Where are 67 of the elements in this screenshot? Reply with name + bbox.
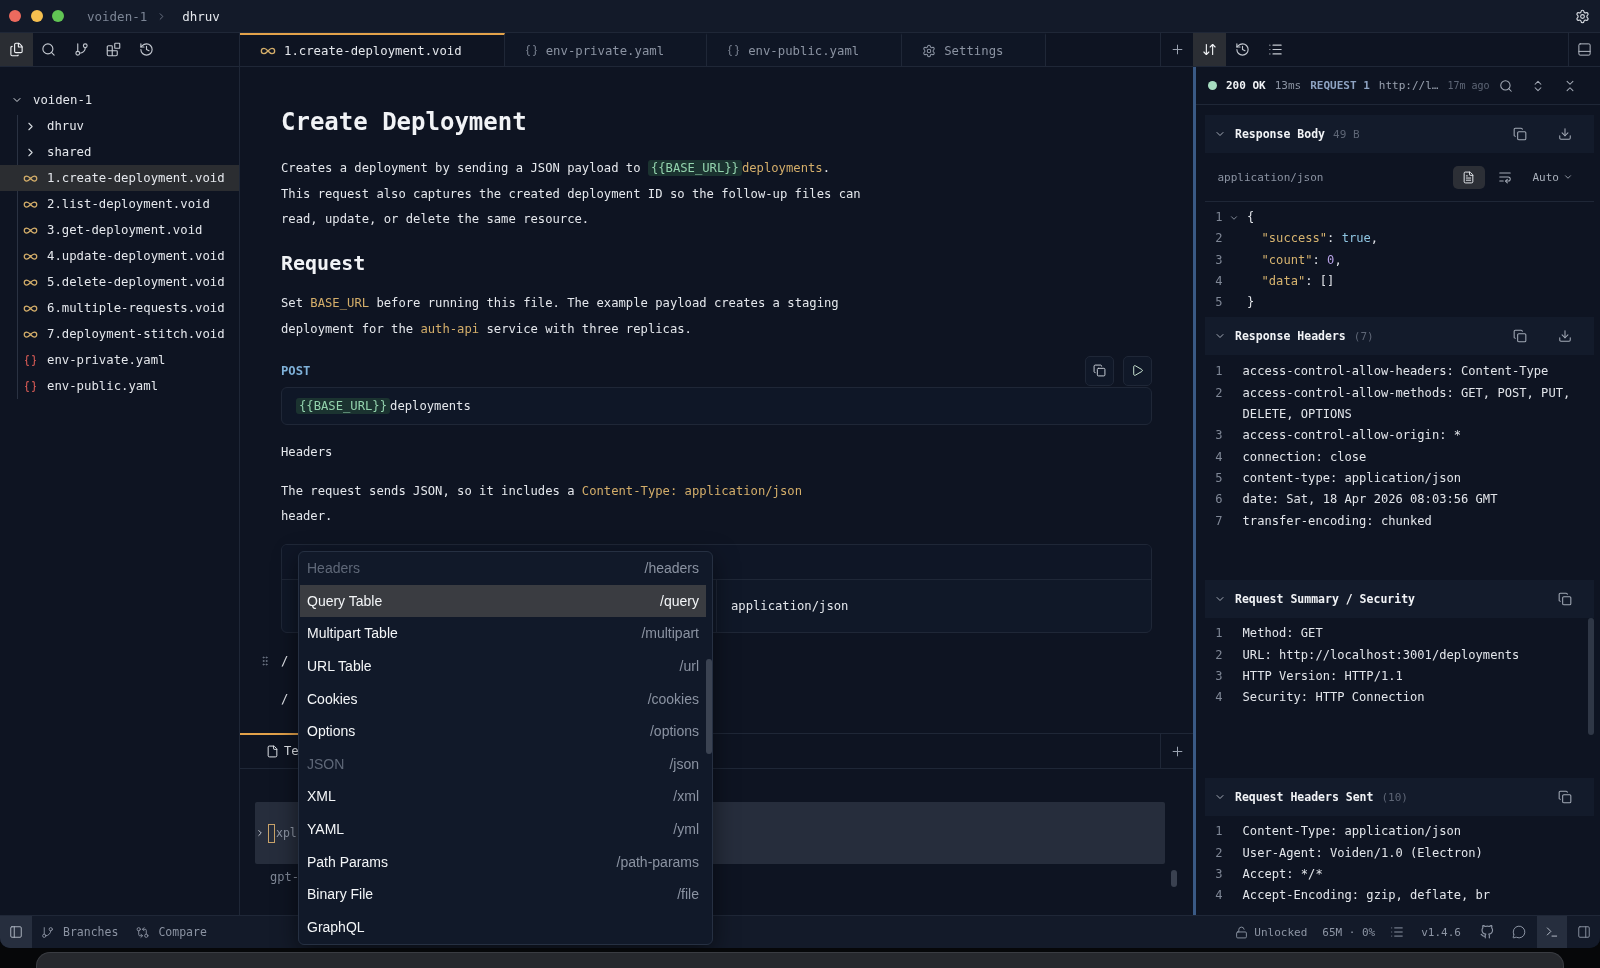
resource-usage: 65M · 0% bbox=[1322, 925, 1376, 939]
code-line: access-control-allow-origin: * bbox=[1242, 427, 1463, 445]
line-number: 1 bbox=[1214, 363, 1224, 381]
code-line: connection: close bbox=[1242, 448, 1368, 466]
line-number: 1 bbox=[1214, 625, 1224, 643]
output-text: xpl bbox=[276, 826, 297, 840]
line-number: 4 bbox=[1214, 689, 1224, 707]
section-heading: Request bbox=[281, 249, 367, 277]
line-number: 2 bbox=[1214, 844, 1224, 862]
response-age: 17m ago bbox=[1447, 80, 1490, 91]
code-line: User-Agent: Voiden/1.0 (Electron) bbox=[1242, 844, 1484, 862]
content-type-label: application/json bbox=[1217, 170, 1324, 184]
line-number: 5 bbox=[1214, 294, 1224, 312]
version-label: v1.4.6 bbox=[1421, 925, 1461, 939]
code-line: Accept-Encoding: gzip, deflate, br bbox=[1242, 887, 1492, 905]
line-number: 3 bbox=[1214, 427, 1224, 445]
line-number: 4 bbox=[1214, 448, 1224, 466]
code-line: Accept: */* bbox=[1242, 866, 1324, 884]
code-line: { bbox=[1247, 209, 1256, 226]
section-title: Response Body bbox=[1235, 127, 1325, 141]
editor-text: / bbox=[281, 653, 289, 668]
output-text: gpt- bbox=[269, 870, 300, 884]
code-line: Security: HTTP Connection bbox=[1242, 689, 1426, 707]
paragraph: Set BASE_URL before running this file. The example payload creates a staging deployment for the auth-api service with three replicas. bbox=[281, 295, 840, 339]
subheading: Headers bbox=[281, 443, 334, 461]
section-count: (10) bbox=[1381, 791, 1408, 804]
response-time: 13ms bbox=[1274, 79, 1302, 92]
line-number: 3 bbox=[1214, 668, 1224, 686]
method-label: POST bbox=[281, 363, 311, 378]
line-number: 6 bbox=[1214, 491, 1224, 509]
line-number: 3 bbox=[1214, 251, 1224, 269]
code-line: Method: GET bbox=[1242, 625, 1324, 643]
line-number: 4 bbox=[1214, 887, 1224, 905]
line-number: 4 bbox=[1214, 272, 1224, 290]
section-count: 49 B bbox=[1333, 127, 1360, 141]
table-cell-text: application/json bbox=[730, 597, 850, 615]
code-line: } bbox=[1247, 294, 1256, 312]
status-code: 200 OK bbox=[1226, 79, 1266, 92]
code-line: date: Sat, 18 Apr 2026 08:03:56 GMT bbox=[1242, 491, 1499, 509]
line-number: 3 bbox=[1214, 866, 1224, 884]
lock-status: Unlocked bbox=[1254, 925, 1308, 939]
request-url: http://l… bbox=[1378, 79, 1439, 92]
line-number: 2 bbox=[1214, 646, 1224, 664]
section-title: Request Headers Sent bbox=[1235, 790, 1374, 805]
section-title: Response Headers bbox=[1235, 329, 1346, 344]
section-count: (7) bbox=[1353, 330, 1374, 343]
code-line: Content-Type: application/json bbox=[1242, 823, 1463, 841]
code-line: HTTP Version: HTTP/1.1 bbox=[1242, 668, 1404, 686]
code-line: "data": [] bbox=[1260, 272, 1336, 290]
line-number: 7 bbox=[1214, 512, 1224, 530]
line-number: 1 bbox=[1214, 823, 1224, 841]
request-name: REQUEST 1 bbox=[1310, 79, 1370, 92]
paragraph: The request sends JSON, so it includes a Content-Type: application/json header. bbox=[281, 482, 803, 526]
code-line: URL: http://localhost:3001/deployments bbox=[1242, 646, 1521, 664]
code-line: "success": true, bbox=[1260, 230, 1380, 248]
paragraph: Creates a deployment by sending a JSON payload to {{BASE_URL}} deployments. This request also captures the created deployment ID so the follow-up files can read, update, or delete the same resource. bbox=[281, 159, 862, 229]
line-number: 2 bbox=[1214, 230, 1224, 248]
editor-text: / bbox=[281, 691, 289, 706]
code-line: access-control-allow-headers: Content-Type bbox=[1242, 363, 1550, 381]
code-line: content-type: application/json bbox=[1242, 469, 1463, 487]
code-line: "count": 0, bbox=[1260, 251, 1343, 269]
line-number: 2 bbox=[1214, 384, 1224, 402]
line-number: 1 bbox=[1214, 209, 1224, 226]
section-title: Request Summary / Security bbox=[1235, 592, 1415, 607]
document-title: Create Deployment bbox=[281, 107, 528, 138]
code-line: transfer-encoding: chunked bbox=[1242, 512, 1433, 530]
line-number: 5 bbox=[1214, 469, 1224, 487]
